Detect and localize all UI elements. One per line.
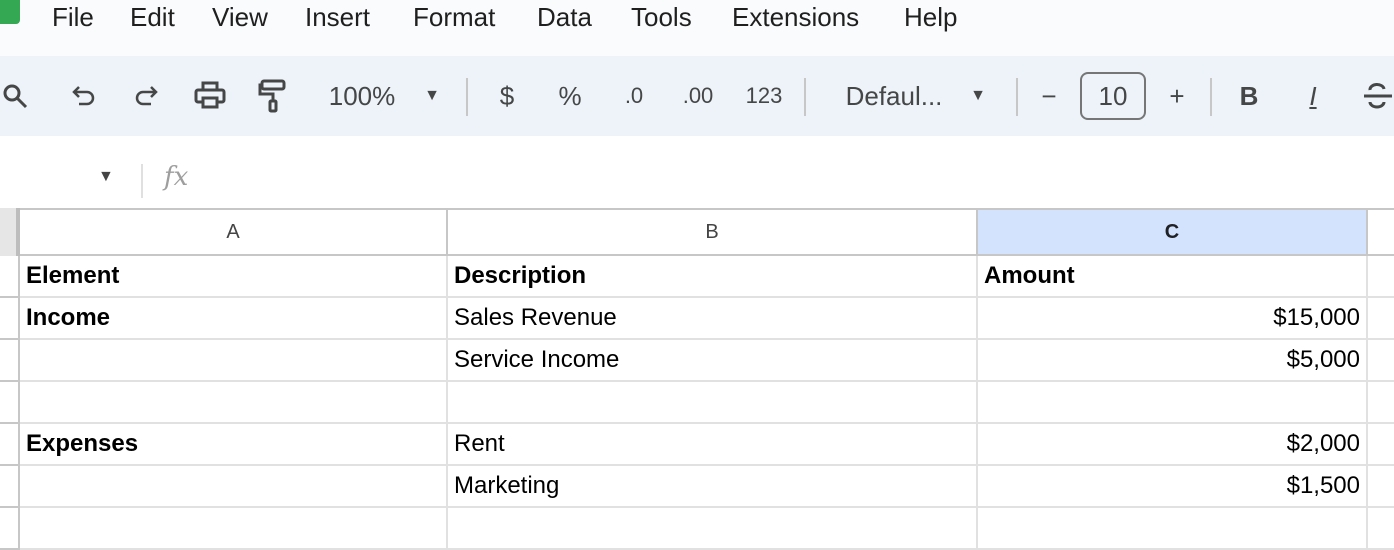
row-header[interactable]: [0, 424, 20, 466]
menu-data[interactable]: Data: [537, 2, 592, 33]
cell-d[interactable]: [1368, 424, 1394, 466]
menu-format[interactable]: Format: [413, 2, 495, 33]
cell-a[interactable]: [20, 508, 448, 550]
row-header[interactable]: [0, 340, 20, 382]
cell-a[interactable]: Element: [20, 256, 448, 298]
cell-c[interactable]: [978, 508, 1368, 550]
menu-edit[interactable]: Edit: [130, 2, 175, 33]
undo-icon[interactable]: [64, 76, 104, 116]
redo-icon[interactable]: [126, 76, 166, 116]
menu-insert[interactable]: Insert: [305, 2, 370, 33]
cell-d[interactable]: [1368, 298, 1394, 340]
cell-a[interactable]: Income: [20, 298, 448, 340]
fx-icon: fx: [164, 162, 189, 192]
menu-tools[interactable]: Tools: [631, 2, 692, 33]
zoom-select[interactable]: 100%: [322, 76, 402, 116]
paint-format-icon[interactable]: [253, 76, 293, 116]
sheets-logo-icon[interactable]: [0, 0, 20, 24]
row-header[interactable]: [0, 256, 20, 298]
cell-a[interactable]: [20, 382, 448, 424]
row-header[interactable]: [0, 466, 20, 508]
menu-extensions[interactable]: Extensions: [732, 2, 859, 33]
cell-d[interactable]: [1368, 340, 1394, 382]
font-size-input[interactable]: 10: [1080, 72, 1146, 120]
row-header[interactable]: [0, 508, 20, 550]
name-box[interactable]: [0, 160, 90, 200]
menu-bar: File Edit View Insert Format Data Tools …: [0, 0, 1394, 56]
cell-b[interactable]: [448, 508, 978, 550]
cell-d[interactable]: [1368, 256, 1394, 298]
formula-bar: ▼ fx: [0, 152, 1394, 208]
toolbar-divider: [1016, 78, 1018, 116]
print-icon[interactable]: [190, 76, 230, 116]
toolbar-divider: [466, 78, 468, 116]
cell-a[interactable]: Expenses: [20, 424, 448, 466]
currency-format-button[interactable]: $: [492, 76, 522, 116]
increase-font-size-button[interactable]: +: [1162, 76, 1192, 116]
row-header[interactable]: [0, 382, 20, 424]
menu-view[interactable]: View: [212, 2, 268, 33]
cell-c[interactable]: [978, 382, 1368, 424]
cell-d[interactable]: [1368, 508, 1394, 550]
cell-c[interactable]: Amount: [978, 256, 1368, 298]
cell-c[interactable]: $5,000: [978, 340, 1368, 382]
select-all-corner[interactable]: [0, 208, 20, 256]
font-select[interactable]: Defaul...: [834, 76, 954, 116]
bold-button[interactable]: B: [1234, 76, 1264, 116]
cell-b[interactable]: [448, 382, 978, 424]
cell-d[interactable]: [1368, 382, 1394, 424]
cell-b[interactable]: Description: [448, 256, 978, 298]
number-format-button[interactable]: 123: [742, 76, 786, 116]
cell-b[interactable]: Rent: [448, 424, 978, 466]
formula-divider: [141, 164, 143, 198]
decrease-font-size-button[interactable]: −: [1034, 76, 1064, 116]
decrease-decimal-button[interactable]: .0: [614, 76, 654, 116]
cell-b[interactable]: Service Income: [448, 340, 978, 382]
cell-b[interactable]: Sales Revenue: [448, 298, 978, 340]
cell-c[interactable]: $15,000: [978, 298, 1368, 340]
column-header-b[interactable]: B: [448, 208, 978, 256]
formula-input[interactable]: [210, 160, 1390, 200]
search-icon[interactable]: [0, 76, 30, 116]
menu-help[interactable]: Help: [904, 2, 957, 33]
spreadsheet-grid: A B C Element Description Amount Income Sale…: [0, 208, 1394, 550]
toolbar-divider: [1210, 78, 1212, 116]
cell-a[interactable]: [20, 340, 448, 382]
toolbar: 100% ▼ $ % .0 .00 123 Defaul... ▼ − 10 +…: [0, 56, 1394, 136]
cell-d[interactable]: [1368, 466, 1394, 508]
percent-format-button[interactable]: %: [555, 76, 585, 116]
name-box-dropdown-icon[interactable]: ▼: [98, 168, 114, 186]
font-dropdown-icon[interactable]: ▼: [966, 76, 990, 116]
strikethrough-icon[interactable]: [1360, 76, 1394, 116]
row-header[interactable]: [0, 298, 20, 340]
cell-b[interactable]: Marketing: [448, 466, 978, 508]
zoom-dropdown-icon[interactable]: ▼: [420, 76, 444, 116]
increase-decimal-button[interactable]: .00: [678, 76, 718, 116]
cell-a[interactable]: [20, 466, 448, 508]
italic-button[interactable]: I: [1298, 76, 1328, 116]
menu-file[interactable]: File: [52, 2, 94, 33]
cell-c[interactable]: $1,500: [978, 466, 1368, 508]
column-header-c[interactable]: C: [978, 208, 1368, 256]
cell-c[interactable]: $2,000: [978, 424, 1368, 466]
toolbar-divider: [804, 78, 806, 116]
column-header-a[interactable]: A: [20, 208, 448, 256]
column-header-d[interactable]: [1368, 208, 1394, 256]
